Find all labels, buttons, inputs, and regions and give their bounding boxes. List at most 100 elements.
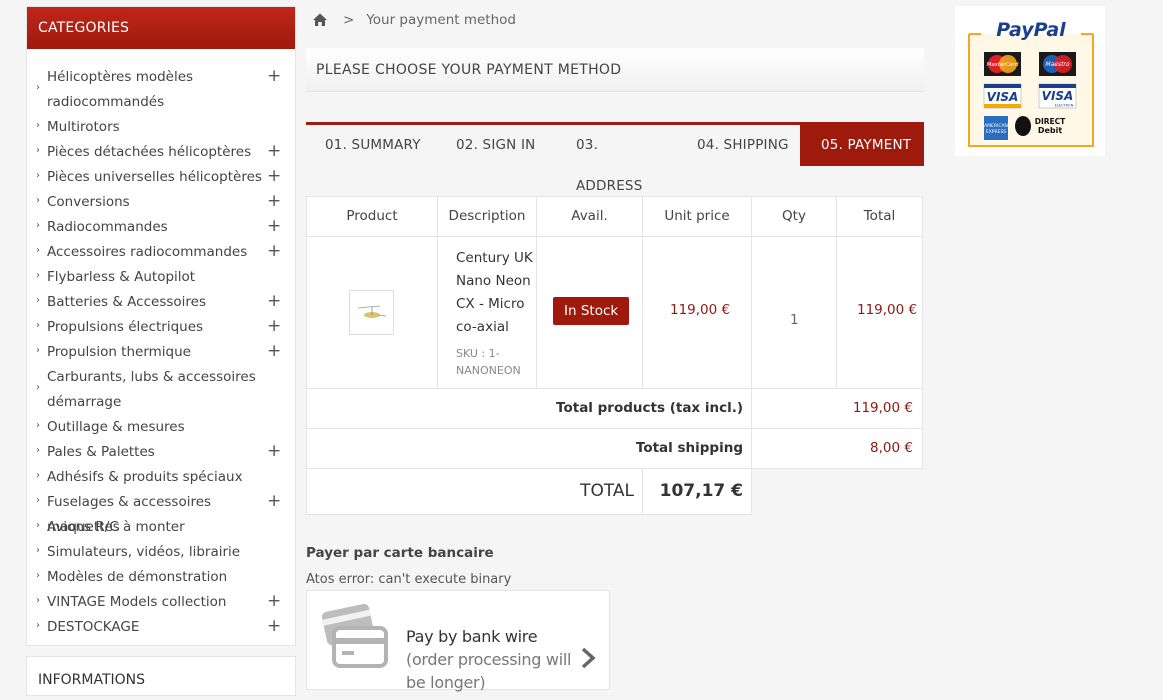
- paypal-logo-banner[interactable]: PayPal MasterCard Maestro VISA VISA ELEC…: [955, 6, 1105, 156]
- category-label[interactable]: Pièces universelles hélicoptères: [47, 165, 272, 190]
- total-products-value: 119,00 €: [852, 400, 913, 416]
- expand-plus-icon[interactable]: +: [267, 292, 281, 310]
- bullet-chevron-icon: ›: [36, 82, 40, 93]
- expand-plus-icon[interactable]: +: [267, 592, 281, 610]
- category-label[interactable]: Hélicoptères modèles radiocommandés: [47, 65, 272, 115]
- svg-text:ELECTRON: ELECTRON: [1055, 104, 1074, 108]
- bullet-chevron-icon: ›: [36, 469, 40, 481]
- expand-plus-icon[interactable]: +: [267, 342, 281, 360]
- category-item[interactable]: › Propulsions électriques +: [27, 315, 295, 340]
- expand-plus-icon[interactable]: +: [267, 442, 281, 460]
- category-label[interactable]: Carburants, lubs & accessoires démarrage: [47, 365, 272, 415]
- category-item[interactable]: › Fuselages & accessoires maquettes +: [27, 490, 295, 535]
- step-address[interactable]: 03. ADDRESS: [546, 125, 667, 194]
- home-icon[interactable]: [312, 12, 328, 28]
- category-item[interactable]: › Hélicoptères modèles radiocommandés +: [27, 65, 295, 115]
- svg-text:VISA: VISA: [987, 90, 1019, 104]
- category-item[interactable]: › Outillage & mesures: [27, 415, 295, 440]
- bullet-chevron-icon: ›: [36, 419, 40, 431]
- category-label[interactable]: Flybarless & Autopilot: [47, 265, 272, 290]
- category-label[interactable]: Outillage & mesures: [47, 415, 272, 440]
- expand-plus-icon[interactable]: +: [267, 617, 281, 635]
- total-shipping-value: 8,00 €: [870, 440, 913, 456]
- expand-plus-icon[interactable]: +: [267, 217, 281, 235]
- bullet-chevron-icon: ›: [36, 619, 40, 631]
- total-products-label: Total products (tax incl.): [556, 400, 743, 416]
- category-item[interactable]: › Carburants, lubs & accessoires démarrage: [27, 365, 295, 415]
- category-label[interactable]: Radiocommandes: [47, 215, 272, 240]
- category-label[interactable]: Simulateurs, vidéos, librairie: [47, 540, 272, 565]
- grand-total-value-cell: 107,17 €: [642, 468, 752, 515]
- category-item[interactable]: › Flybarless & Autopilot: [27, 265, 295, 290]
- category-item[interactable]: › Pièces universelles hélicoptères +: [27, 165, 295, 190]
- checkout-steps: 01. SUMMARY 02. SIGN IN 03. ADDRESS 04. …: [306, 122, 924, 194]
- unit-price-cell: 119,00 €: [642, 236, 752, 389]
- category-label[interactable]: Accessoires radiocommandes: [47, 240, 272, 265]
- step-payment[interactable]: 05. PAYMENT: [800, 125, 924, 166]
- informations-block: INFORMATIONS: [26, 656, 296, 696]
- category-label[interactable]: Pièces détachées hélicoptères: [47, 140, 272, 165]
- category-item[interactable]: › Accessoires radiocommandes +: [27, 240, 295, 265]
- bank-cards-icon: [321, 601, 391, 677]
- expand-plus-icon[interactable]: +: [267, 167, 281, 185]
- breadcrumb: > Your payment method: [312, 10, 516, 30]
- svg-text:Debit: Debit: [1038, 126, 1063, 135]
- chevron-right-icon: [580, 647, 596, 673]
- product-name[interactable]: Century UK Nano Neon CX - Micro co-axial: [456, 247, 536, 339]
- grand-total-label-cell: TOTAL: [306, 468, 643, 515]
- step-sign-in[interactable]: 02. SIGN IN: [425, 125, 546, 166]
- category-item[interactable]: › Propulsion thermique +: [27, 340, 295, 365]
- product-thumbnail[interactable]: [349, 290, 394, 335]
- expand-plus-icon[interactable]: +: [267, 242, 281, 260]
- category-label[interactable]: Avions R/C à monter: [47, 515, 272, 540]
- category-item[interactable]: › Radiocommandes +: [27, 215, 295, 240]
- header-total: Total: [836, 196, 923, 237]
- grand-total-label: TOTAL: [580, 481, 634, 501]
- bullet-chevron-icon: ›: [36, 194, 40, 206]
- svg-text:Maestro: Maestro: [1045, 61, 1069, 68]
- category-item[interactable]: › Multirotors: [27, 115, 295, 140]
- category-item[interactable]: › Simulateurs, vidéos, librairie: [27, 540, 295, 565]
- expand-plus-icon[interactable]: +: [267, 317, 281, 335]
- product-sku: SKU : 1- NANONEON: [456, 347, 521, 377]
- bullet-chevron-icon: ›: [36, 494, 40, 506]
- category-label[interactable]: Adhésifs & produits spéciaux: [47, 465, 272, 490]
- svg-text:DIRECT: DIRECT: [1035, 117, 1066, 126]
- category-label[interactable]: Propulsions électriques: [47, 315, 272, 340]
- step-summary[interactable]: 01. SUMMARY: [306, 125, 425, 166]
- category-label[interactable]: VINTAGE Models collection: [47, 590, 272, 615]
- category-label[interactable]: Multirotors: [47, 115, 272, 140]
- category-item[interactable]: › Pales & Palettes +: [27, 440, 295, 465]
- categories-title: CATEGORIES: [27, 7, 295, 49]
- category-item[interactable]: › Pièces détachées hélicoptères +: [27, 140, 295, 165]
- category-label[interactable]: Conversions: [47, 190, 272, 215]
- category-item[interactable]: › DESTOCKAGE +: [27, 615, 295, 640]
- category-item[interactable]: › Avions R/C à monter: [27, 515, 295, 540]
- category-item[interactable]: › Conversions +: [27, 190, 295, 215]
- bullet-chevron-icon: ›: [36, 444, 40, 456]
- category-item[interactable]: › Adhésifs & produits spéciaux: [27, 465, 295, 490]
- total-shipping-label: Total shipping: [635, 440, 743, 456]
- expand-plus-icon[interactable]: +: [267, 67, 281, 85]
- categories-block: CATEGORIES › Hélicoptères modèles radiocom…: [26, 6, 296, 646]
- bankwire-payment-option[interactable]: Pay by bank wire (order processing will …: [306, 590, 610, 692]
- category-label[interactable]: Propulsion thermique: [47, 340, 272, 365]
- category-item[interactable]: › Modèles de démonstration: [27, 565, 295, 590]
- bullet-chevron-icon: ›: [36, 594, 40, 606]
- product-image-cell: [306, 236, 438, 389]
- total-products-label-cell: Total products (tax incl.): [306, 388, 752, 429]
- bullet-chevron-icon: ›: [36, 219, 40, 231]
- category-label[interactable]: Modèles de démonstration: [47, 565, 272, 590]
- expand-plus-icon[interactable]: +: [267, 192, 281, 210]
- card-payment-title: Payer par carte bancaire: [306, 545, 494, 561]
- step-shipping[interactable]: 04. SHIPPING: [667, 125, 800, 166]
- category-item[interactable]: › Batteries & Accessoires +: [27, 290, 295, 315]
- expand-plus-icon[interactable]: +: [267, 142, 281, 160]
- bullet-chevron-icon: ›: [36, 269, 40, 281]
- category-label[interactable]: DESTOCKAGE: [47, 615, 272, 640]
- svg-text:MasterCard: MasterCard: [987, 62, 1019, 68]
- category-label[interactable]: Pales & Palettes: [47, 440, 272, 465]
- category-item[interactable]: › VINTAGE Models collection +: [27, 590, 295, 615]
- category-label[interactable]: Batteries & Accessoires: [47, 290, 272, 315]
- expand-plus-icon[interactable]: +: [267, 492, 281, 510]
